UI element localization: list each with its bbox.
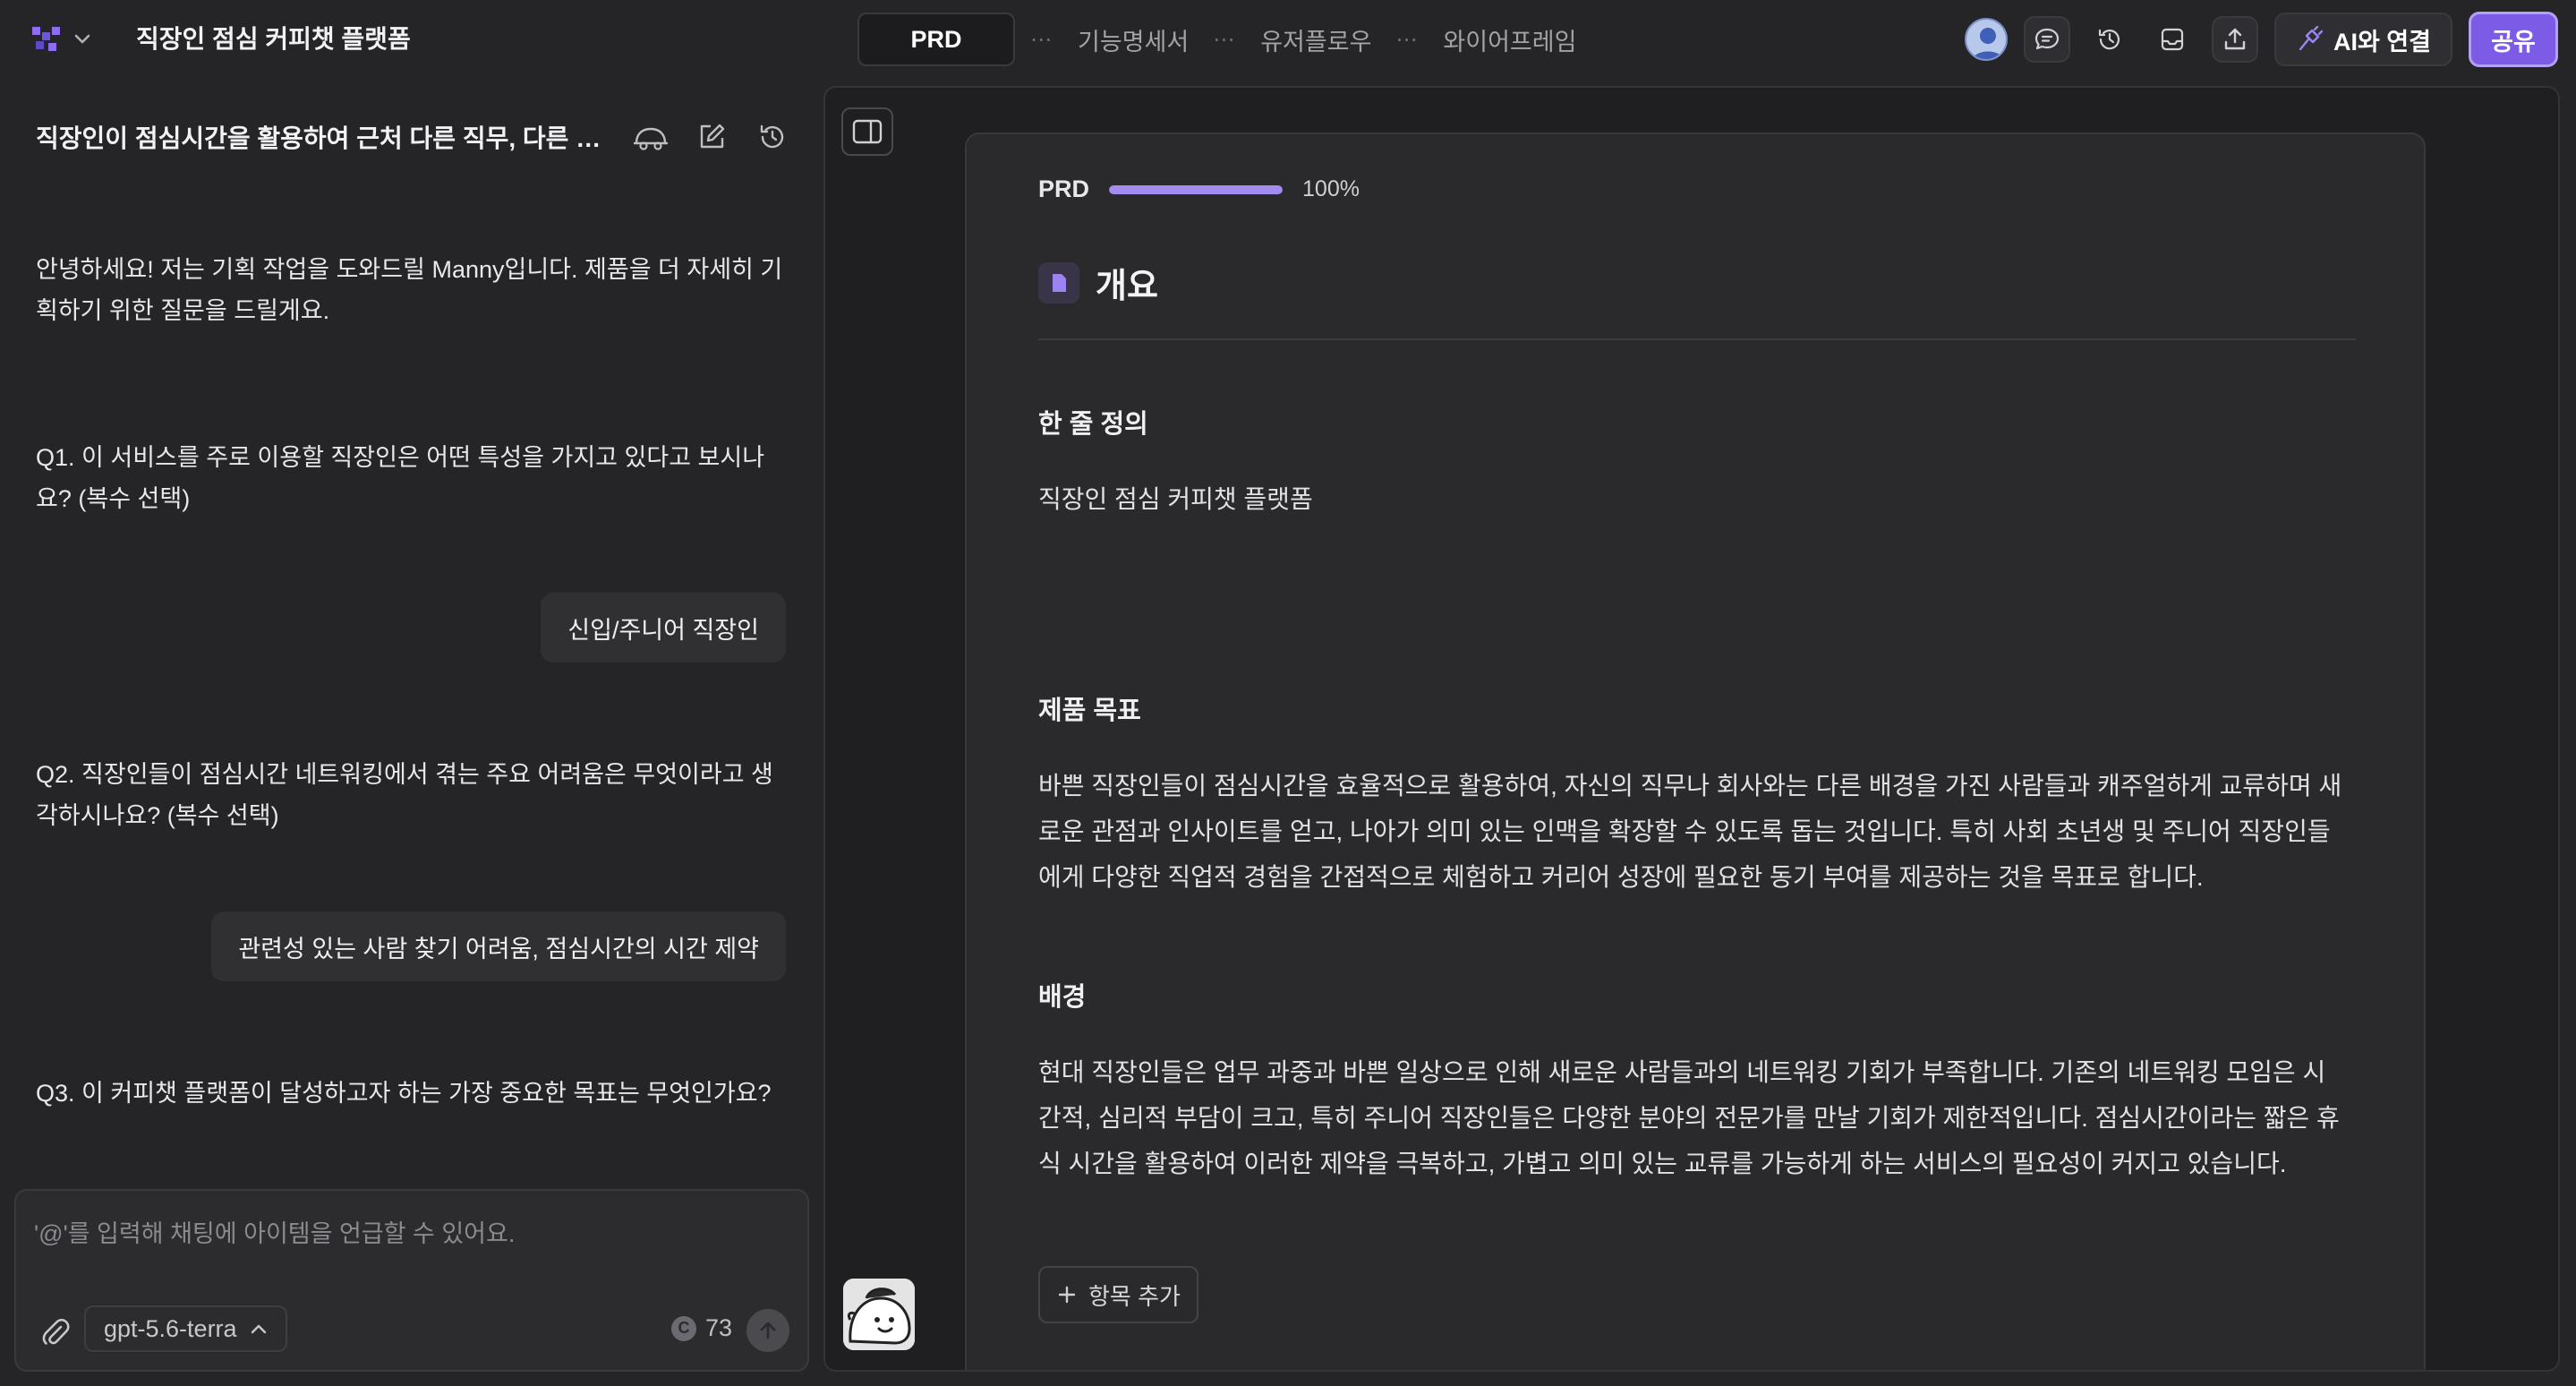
subsection-heading: 한 줄 정의 bbox=[1038, 410, 1148, 439]
assistant-mascot[interactable] bbox=[843, 1279, 915, 1350]
model-selector[interactable]: gpt-5.6-terra bbox=[84, 1305, 287, 1352]
send-button[interactable] bbox=[746, 1309, 789, 1352]
assistant-message: 안녕하세요! 저는 기획 작업을 도와드릴 Manny입니다. 제품을 더 자세… bbox=[36, 256, 783, 324]
ai-connect-button[interactable]: AI와 연결 bbox=[2273, 13, 2452, 66]
inbox-button[interactable] bbox=[2149, 16, 2196, 63]
subsection-heading: 제품 목표 bbox=[1038, 697, 1141, 725]
project-title: 직장인 점심 커피챗 플랫폼 bbox=[136, 25, 411, 53]
paperclip-icon bbox=[42, 1318, 70, 1345]
mascot-icon bbox=[843, 1279, 915, 1350]
document-tabs: PRD ⋯ 기능명세서 ⋯ 유저플로우 ⋯ 와이어프레임 bbox=[857, 13, 1585, 66]
ai-connect-label: AI와 연결 bbox=[2333, 28, 2431, 56]
chat-bubble-icon bbox=[2034, 28, 2060, 50]
subsection-heading: 배경 bbox=[1038, 983, 1087, 1012]
progress-bar bbox=[1109, 184, 1284, 194]
chat-panel: 직장인이 점심시간을 활용하여 근처 다른 직무, 다른 회사 사람들과 커피챗… bbox=[0, 79, 823, 1386]
credit-count: 73 bbox=[704, 1314, 732, 1341]
subsection-body: 직장인 점심 커피챗 플랫폼 bbox=[1038, 485, 1313, 513]
tab-wireframe[interactable]: 와이어프레임 bbox=[1434, 13, 1585, 66]
chat-header-actions bbox=[632, 118, 791, 156]
chat-header: 직장인이 점심시간을 활용하여 근처 다른 직무, 다른 회사 사람들과 커피챗… bbox=[36, 115, 806, 159]
tab-separator: ⋯ bbox=[1213, 27, 1237, 52]
model-name: gpt-5.6-terra bbox=[104, 1314, 237, 1342]
user-message: 관련성 있는 사람 찾기 어려움, 점심시간의 시간 제약 bbox=[211, 911, 786, 981]
tab-feature-spec[interactable]: 기능명세서 bbox=[1069, 13, 1198, 66]
progress-bar-fill bbox=[1109, 184, 1284, 194]
chat-input[interactable] bbox=[34, 1207, 786, 1261]
car-icon bbox=[633, 127, 669, 150]
divider bbox=[1038, 338, 2356, 340]
attach-button[interactable] bbox=[39, 1316, 75, 1352]
toggle-sidebar-button[interactable] bbox=[841, 107, 893, 156]
app-logo-icon bbox=[30, 23, 63, 56]
credit-coin-icon: C bbox=[670, 1315, 696, 1341]
upload-icon bbox=[2224, 28, 2246, 50]
history-button[interactable] bbox=[2086, 16, 2133, 63]
plus-icon bbox=[1058, 1286, 1076, 1304]
top-bar: 직장인 점심 커피챗 플랫폼 PRD ⋯ 기능명세서 ⋯ 유저플로우 ⋯ 와이어… bbox=[0, 0, 2576, 79]
subsection-body: 현대 직장인들은 업무 과중과 바쁜 일상으로 인해 새로운 사람들과의 네트워… bbox=[1038, 1058, 2340, 1177]
sidebar-panel-icon bbox=[852, 119, 883, 144]
arrow-up-icon bbox=[760, 1322, 776, 1339]
chat-title: 직장인이 점심시간을 활용하여 근처 다른 직무, 다른 회사 사람들과 커피챗… bbox=[36, 124, 609, 152]
chevron-down-icon bbox=[73, 33, 91, 46]
subsection-body: 바쁜 직장인들이 점심시간을 효율적으로 활용하여, 자신의 직무나 회사와는 … bbox=[1038, 772, 2342, 891]
document-icon bbox=[1038, 261, 1079, 304]
edit-icon bbox=[700, 124, 725, 149]
tab-separator: ⋯ bbox=[1395, 27, 1420, 52]
share-button[interactable]: 공유 bbox=[2469, 12, 2558, 67]
user-avatar-icon bbox=[1972, 28, 2004, 59]
tab-separator: ⋯ bbox=[1030, 27, 1053, 52]
chat-mode-button[interactable] bbox=[632, 118, 670, 156]
workspace-menu[interactable] bbox=[30, 23, 93, 56]
section-header: 개요 bbox=[1038, 258, 1158, 307]
section-title: 개요 bbox=[1096, 268, 1158, 305]
prd-document: PRD 100% 개요 한 줄 정의 직장인 점심 커피챗 플랫폼 제품 목표 … bbox=[965, 133, 2426, 1370]
new-chat-button[interactable] bbox=[693, 118, 730, 156]
progress-label: PRD bbox=[1038, 175, 1090, 202]
tab-user-flow[interactable]: 유저플로우 bbox=[1251, 13, 1380, 66]
top-actions: AI와 연결 공유 bbox=[1964, 12, 2558, 67]
export-button[interactable] bbox=[2211, 16, 2258, 63]
history-icon bbox=[2098, 29, 2120, 50]
avatar[interactable] bbox=[1964, 18, 2008, 61]
add-item-label: 항목 추가 bbox=[1088, 1282, 1181, 1310]
credit-balance: C 73 bbox=[670, 1314, 732, 1342]
comments-button[interactable] bbox=[2023, 16, 2070, 63]
progress-row: PRD 100% bbox=[1038, 175, 1360, 203]
add-item-button[interactable]: 항목 추가 bbox=[1038, 1266, 1198, 1323]
assistant-message: Q2. 직장인들이 점심시간 네트워킹에서 겪는 주요 어려움은 무엇이라고 생… bbox=[36, 761, 773, 829]
history-icon bbox=[760, 124, 784, 149]
assistant-message: Q3. 이 커피챗 플랫폼이 달성하고자 하는 가장 중요한 목표는 무엇인가요… bbox=[36, 1080, 772, 1107]
tab-prd[interactable]: PRD bbox=[857, 13, 1015, 66]
plug-icon bbox=[2299, 26, 2323, 51]
document-area: PRD 100% 개요 한 줄 정의 직장인 점심 커피챗 플랫폼 제품 목표 … bbox=[823, 86, 2560, 1372]
assistant-message: Q1. 이 서비스를 주로 이용할 직장인은 어떤 특성을 가지고 있다고 보시… bbox=[36, 444, 765, 512]
inbox-icon bbox=[2161, 28, 2184, 51]
user-message: 신입/주니어 직장인 bbox=[541, 593, 786, 663]
chat-composer: gpt-5.6-terra C 73 bbox=[14, 1189, 809, 1372]
chevron-up-icon bbox=[251, 1324, 266, 1334]
progress-percent: 100% bbox=[1302, 176, 1360, 201]
chat-history-button[interactable] bbox=[754, 118, 791, 156]
